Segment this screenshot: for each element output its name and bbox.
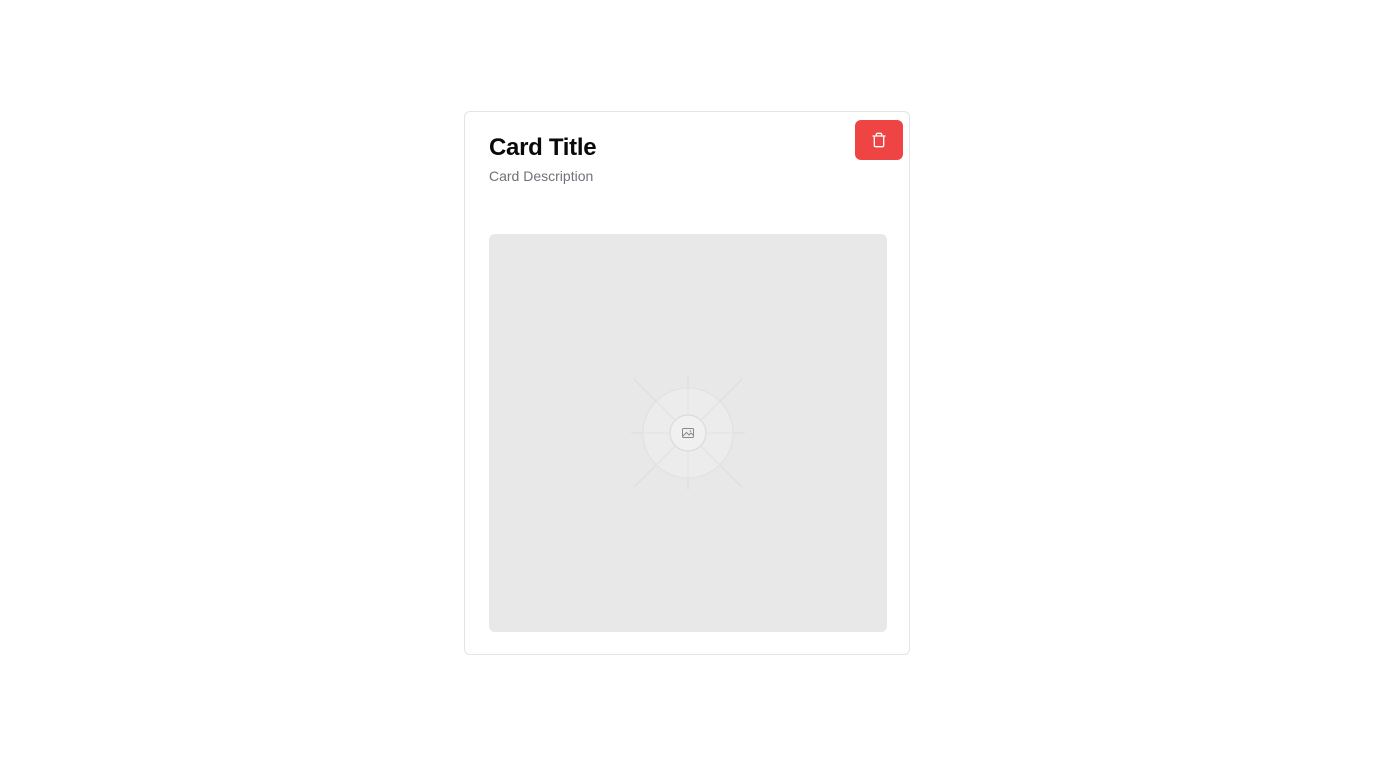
- trash-icon: [871, 132, 887, 148]
- card: Card Title Card Description: [464, 111, 910, 655]
- image-placeholder: [489, 234, 887, 632]
- card-description: Card Description: [489, 168, 594, 184]
- image-placeholder-graphic: [631, 376, 745, 490]
- delete-button[interactable]: [855, 120, 903, 160]
- card-title: Card Title: [489, 134, 597, 161]
